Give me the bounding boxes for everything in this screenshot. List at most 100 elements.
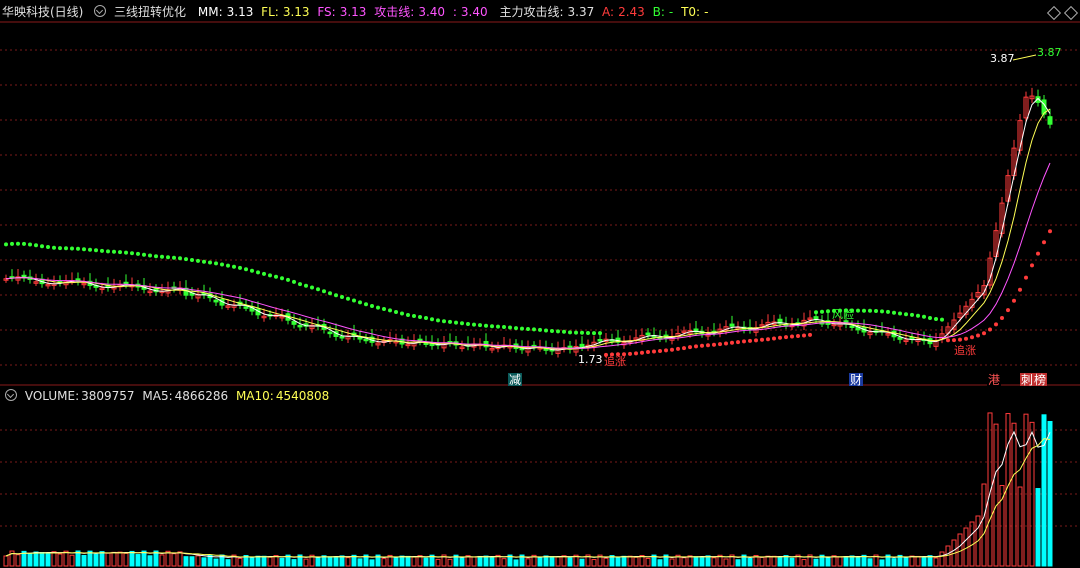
volume-bar: [111, 551, 117, 567]
trend-dot: [76, 246, 80, 251]
volume-bar: [615, 556, 621, 567]
candle-body: [243, 306, 249, 309]
main-attack-label: 主力攻击线:: [499, 5, 564, 19]
volume-bar: [711, 557, 717, 567]
volume-bar: [45, 552, 51, 567]
trend-dot: [328, 291, 332, 296]
trend-dot: [940, 317, 944, 322]
trend-dot: [436, 318, 440, 323]
candle-body: [291, 320, 297, 325]
attack-value: 3.40: [418, 5, 446, 19]
volume-bar: [567, 557, 573, 567]
volume-bar: [939, 551, 945, 567]
trend-dot: [658, 349, 662, 353]
volume-bar: [171, 553, 177, 567]
trend-dot: [358, 300, 362, 305]
volume-bar: [543, 555, 549, 567]
trend-dot: [16, 241, 20, 246]
indicator-toggle-icon[interactable]: [94, 5, 107, 17]
trend-dot: [1042, 240, 1046, 245]
volume-bar: [177, 551, 183, 567]
trend-dot: [400, 311, 404, 316]
ma10-label: MA10:: [235, 389, 274, 403]
event-tag-bang: 榜: [1034, 372, 1046, 387]
trend-dot: [406, 313, 410, 317]
trend-dot: [916, 313, 920, 318]
trend-dot: [64, 246, 68, 251]
trend-dot: [784, 335, 788, 340]
volume-ma10-line: [5, 438, 1051, 558]
trend-dot: [982, 331, 986, 336]
trend-dot: [424, 316, 428, 320]
trend-dot: [322, 289, 326, 294]
volume-bar: [837, 556, 843, 567]
trend-dot: [418, 315, 422, 319]
indicator-header: 华映科技(日线) 三线扭转优化 MM: 3.13 FL: 3.13 FS: 3.13 …: [2, 2, 712, 22]
trend-dot: [856, 308, 860, 313]
trend-dot: [964, 336, 968, 341]
trend-dot: [172, 255, 176, 260]
chart-canvas[interactable]: 3.87 3.871.73 追涨追涨风险减财港刺榜: [0, 0, 1080, 568]
t0-value: -: [704, 5, 709, 19]
volume-bar: [105, 552, 111, 567]
volume-header: VOLUME: 3809757 MA5: 4866286 MA10: 4540808: [2, 386, 333, 406]
trend-dot: [442, 319, 446, 324]
volume-bar: [303, 558, 309, 567]
volume-toggle-icon[interactable]: [5, 389, 17, 401]
volume-bar: [405, 555, 411, 567]
trend-dot: [466, 322, 470, 326]
trend-dot: [70, 246, 74, 251]
volume-bar: [447, 558, 453, 567]
volume-bar: [693, 556, 699, 567]
trend-dot: [592, 331, 596, 336]
trend-dot: [496, 324, 500, 329]
trend-dot: [712, 342, 716, 347]
trend-dot: [694, 344, 698, 349]
volume-bar: [777, 556, 783, 567]
trend-dot: [388, 308, 392, 313]
volume-bar: [471, 556, 477, 567]
trend-dot: [946, 338, 950, 343]
trend-dot: [430, 317, 434, 322]
volume-bar: [801, 559, 807, 567]
volume-bar: [201, 557, 207, 567]
volume-bar: [15, 554, 21, 567]
volume-bar: [267, 556, 273, 567]
indicator-name[interactable]: 三线扭转优化: [114, 5, 186, 19]
trend-dot: [160, 254, 164, 259]
trend-dot: [28, 242, 32, 247]
volume-bar: [825, 557, 831, 567]
volume-bar: [561, 555, 567, 567]
trend-dot: [598, 331, 602, 336]
volume-bar: [789, 557, 795, 567]
trend-dot: [394, 310, 398, 314]
volume-bar: [657, 559, 663, 567]
volume-bar: [501, 558, 507, 567]
volume-bar: [33, 551, 39, 567]
trend-dot: [40, 244, 44, 249]
stock-title[interactable]: 华映科技(日线): [2, 5, 83, 19]
volume-bar: [1017, 486, 1023, 567]
volume-bar: [813, 558, 819, 567]
volume-bar: [633, 556, 639, 567]
candle-body: [339, 335, 345, 339]
volume-bar: [51, 551, 57, 567]
volume-bar: [933, 557, 939, 567]
trend-dot: [574, 330, 578, 335]
trend-dot: [820, 309, 824, 314]
trend-dot: [754, 338, 758, 343]
trend-dot: [904, 312, 908, 317]
trend-dot: [562, 329, 566, 334]
candle-body: [645, 332, 651, 336]
trend-dot: [514, 326, 518, 331]
volume-bar: [69, 554, 75, 567]
trend-dot: [238, 265, 242, 270]
volume-bar: [27, 553, 33, 567]
trend-dot: [298, 282, 302, 287]
volume-bar: [483, 555, 489, 567]
trend-dot: [364, 302, 368, 307]
trend-dot: [82, 247, 86, 252]
trend-dot: [958, 337, 962, 342]
trend-dot: [778, 335, 782, 340]
trend-dot: [4, 242, 8, 247]
